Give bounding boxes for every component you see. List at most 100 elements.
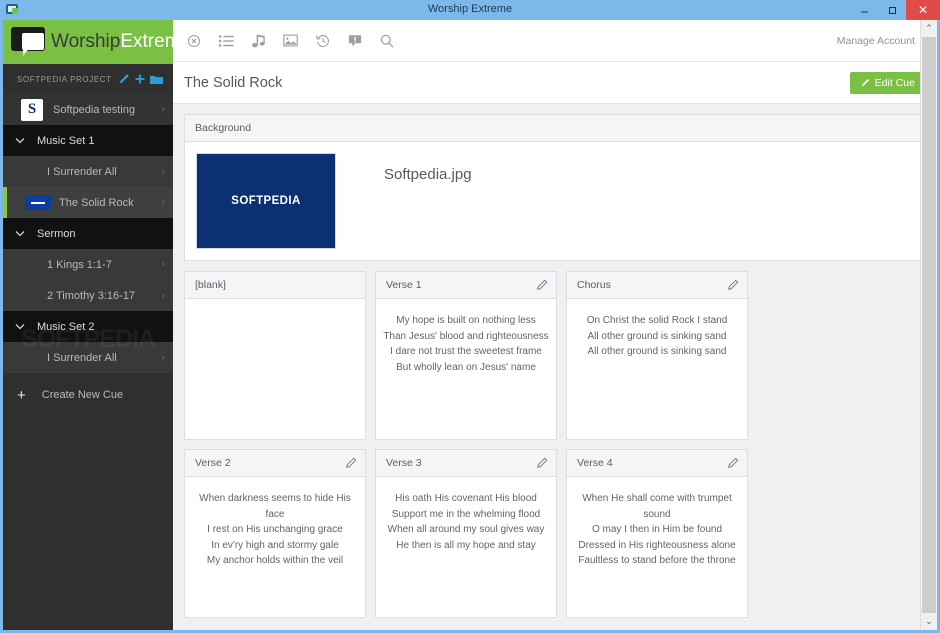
logo-word-primary: Worship bbox=[51, 31, 121, 52]
sidebar-group-music-set-1[interactable]: Music Set 1 bbox=[3, 125, 173, 156]
sidebar-item-1-kings[interactable]: 1 Kings 1:1-7 › bbox=[3, 249, 173, 280]
list-icon[interactable] bbox=[219, 34, 234, 48]
slide-card[interactable]: Verse 3 His oath His covenant His blood … bbox=[375, 449, 557, 618]
slide-lyrics: My hope is built on nothing less Than Je… bbox=[376, 299, 556, 439]
project-header: SOFTPEDIA PROJECT bbox=[3, 64, 173, 94]
sidebar-item-2-timothy[interactable]: 2 Timothy 3:16-17 › bbox=[3, 280, 173, 311]
slide-grid: [blank] Verse 1 My hope is built on noth… bbox=[184, 271, 927, 618]
slide-title: Verse 3 bbox=[386, 457, 422, 469]
slide-card[interactable]: Chorus On Christ the solid Rock I stand … bbox=[566, 271, 748, 440]
project-thumbnail: S bbox=[21, 98, 43, 121]
slide-title: Verse 1 bbox=[386, 279, 422, 291]
create-new-cue-button[interactable]: + Create New Cue bbox=[3, 373, 173, 417]
lyric-line: When darkness seems to hide His face bbox=[199, 493, 351, 520]
lyric-line: I rest on His unchanging grace bbox=[207, 524, 343, 535]
vertical-scrollbar[interactable]: ⌃ ⌄ bbox=[920, 20, 937, 630]
background-thumbnail[interactable]: SOFTPEDIA bbox=[196, 153, 336, 249]
image-icon[interactable] bbox=[283, 34, 298, 47]
toolbar-icons bbox=[187, 34, 837, 48]
pencil-icon[interactable] bbox=[117, 73, 130, 86]
sidebar-item-label: 1 Kings 1:1-7 bbox=[47, 258, 112, 271]
slide-card[interactable]: Verse 4 When He shall come with trumpet … bbox=[566, 449, 748, 618]
sidebar-item-label: The Solid Rock bbox=[59, 196, 134, 209]
pencil-icon[interactable] bbox=[345, 457, 357, 469]
pencil-icon[interactable] bbox=[536, 457, 548, 469]
search-icon[interactable] bbox=[380, 34, 394, 48]
scrollbar-track[interactable] bbox=[921, 37, 937, 613]
scroll-down-button[interactable]: ⌄ bbox=[921, 613, 937, 630]
chevron-right-icon: › bbox=[161, 197, 165, 208]
slide-lyrics bbox=[185, 299, 365, 439]
toolbar: Manage Account ▾ bbox=[173, 20, 937, 62]
page-header: The Solid Rock Edit Cue bbox=[173, 62, 937, 104]
sidebar-group-sermon[interactable]: Sermon bbox=[3, 218, 173, 249]
main-content: Manage Account ▾ The Solid Rock Edit Cue… bbox=[173, 20, 937, 630]
pencil-icon[interactable] bbox=[536, 279, 548, 291]
edit-cue-button[interactable]: Edit Cue bbox=[849, 71, 925, 94]
manage-account-menu[interactable]: Manage Account ▾ bbox=[837, 35, 925, 47]
sidebar-group-music-set-2[interactable]: Music Set 2 bbox=[3, 311, 173, 342]
chevron-right-icon: › bbox=[161, 166, 165, 177]
lyric-line: All other ground is sinking sand bbox=[587, 346, 727, 357]
worship-extreme-logo-icon bbox=[11, 27, 49, 57]
sidebar-item-label: I Surrender All bbox=[47, 351, 117, 364]
application-window: Worship Extreme ✕ WorshipExtreme SOFTPED… bbox=[0, 0, 940, 633]
sidebar-item-i-surrender-all-2[interactable]: I Surrender All › bbox=[3, 342, 173, 373]
create-new-cue-label: Create New Cue bbox=[41, 389, 124, 401]
slide-card-header: Verse 2 bbox=[185, 450, 365, 477]
lyric-line: All other ground is sinking sand bbox=[587, 330, 727, 342]
lyric-line: When all around my soul gives way bbox=[387, 524, 545, 535]
manage-account-label: Manage Account bbox=[836, 34, 915, 47]
background-thumbnail-text: SOFTPEDIA bbox=[231, 195, 301, 207]
window-titlebar: Worship Extreme ✕ bbox=[0, 0, 940, 20]
minimize-button[interactable] bbox=[850, 0, 878, 20]
pencil-icon[interactable] bbox=[727, 457, 739, 469]
maximize-button[interactable] bbox=[878, 0, 906, 20]
slide-card-header: Verse 3 bbox=[376, 450, 556, 477]
cue-thumbnail bbox=[25, 195, 51, 210]
slide-lyrics: When darkness seems to hide His face I r… bbox=[185, 477, 365, 617]
announcement-icon[interactable] bbox=[348, 34, 362, 48]
slide-lyrics: On Christ the solid Rock I stand All oth… bbox=[567, 299, 747, 439]
pencil-icon[interactable] bbox=[727, 279, 739, 291]
close-circle-icon[interactable] bbox=[187, 34, 201, 48]
slide-card[interactable]: Verse 2 When darkness seems to hide His … bbox=[184, 449, 366, 618]
slide-card-header: Chorus bbox=[567, 272, 747, 299]
edit-cue-label: Edit Cue bbox=[874, 76, 915, 89]
sidebar-item-i-surrender-all-1[interactable]: I Surrender All › bbox=[3, 156, 173, 187]
slide-title: [blank] bbox=[195, 279, 226, 291]
lyric-line: But wholly lean on Jesus' name bbox=[396, 361, 536, 373]
lyric-line: Than Jesus' blood and righteousness bbox=[383, 330, 549, 342]
slide-card[interactable]: Verse 1 My hope is built on nothing less… bbox=[375, 271, 557, 440]
close-button[interactable]: ✕ bbox=[906, 0, 940, 20]
lyric-line: He then is all my hope and stay bbox=[396, 539, 536, 551]
lyric-line: O may I then in Him be found bbox=[591, 524, 723, 535]
slide-title: Verse 2 bbox=[195, 457, 231, 469]
sidebar-item-the-solid-rock[interactable]: The Solid Rock › bbox=[3, 187, 173, 218]
slide-card[interactable]: [blank] bbox=[184, 271, 366, 440]
lyric-line: His oath His covenant His blood bbox=[395, 493, 537, 504]
chevron-right-icon: › bbox=[161, 290, 165, 301]
sidebar-item-label: 2 Timothy 3:16-17 bbox=[47, 289, 136, 302]
chevron-right-icon: › bbox=[161, 352, 165, 363]
sidebar-item-softpedia-testing[interactable]: S Softpedia testing › bbox=[3, 94, 173, 125]
lyric-line: My anchor holds within the veil bbox=[206, 555, 344, 566]
background-panel-header: Background bbox=[185, 115, 926, 142]
music-note-icon[interactable] bbox=[252, 34, 265, 48]
slide-card-header: Verse 1 bbox=[376, 272, 556, 299]
plus-icon[interactable] bbox=[134, 73, 146, 85]
scroll-up-button[interactable]: ⌃ bbox=[921, 20, 937, 37]
slide-title: Chorus bbox=[577, 279, 611, 291]
history-icon[interactable] bbox=[316, 34, 330, 48]
folder-icon[interactable] bbox=[150, 74, 163, 85]
scrollbar-thumb[interactable] bbox=[922, 37, 936, 613]
project-actions bbox=[117, 73, 163, 86]
lyric-line: In ev'ry high and stormy gale bbox=[211, 539, 339, 551]
sidebar: WorshipExtreme SOFTPEDIA PROJECT S Softp bbox=[3, 20, 173, 630]
chevron-down-icon bbox=[15, 135, 25, 147]
slide-card-header: Verse 4 bbox=[567, 450, 747, 477]
sidebar-group-label: Sermon bbox=[37, 227, 76, 240]
lyric-line: Dressed in His righteousness alone bbox=[578, 539, 736, 551]
lyric-line: Faultless to stand before the throne bbox=[578, 555, 736, 566]
logo-text: WorshipExtreme bbox=[51, 31, 173, 53]
